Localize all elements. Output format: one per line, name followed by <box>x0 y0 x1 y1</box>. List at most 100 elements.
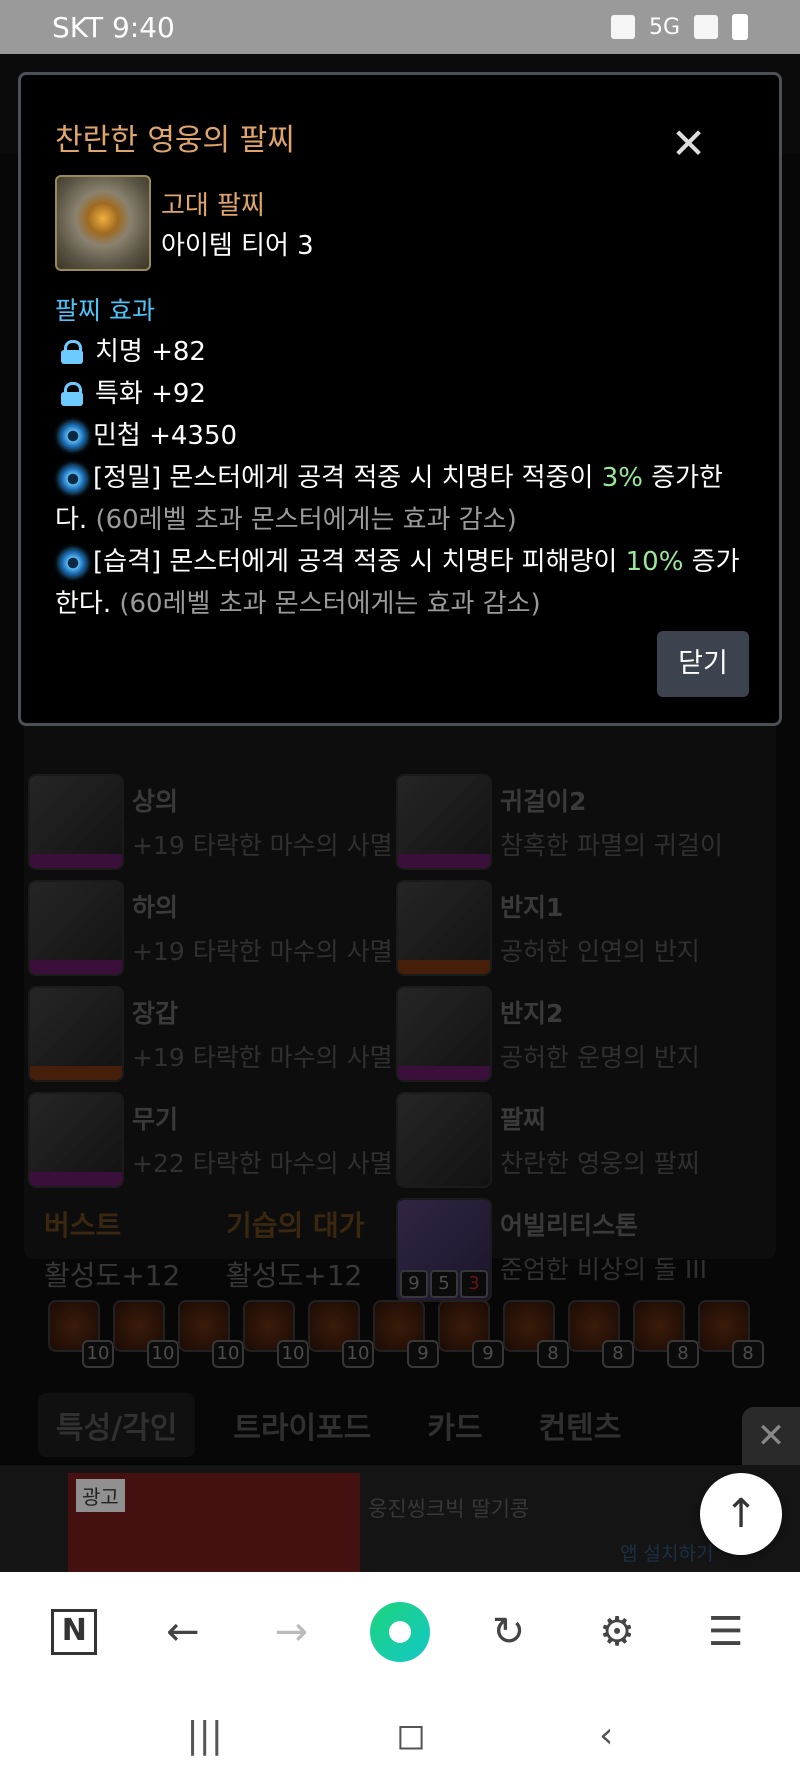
scroll-top-button[interactable]: ↑ <box>700 1473 782 1555</box>
gem[interactable]: 10 <box>48 1300 114 1368</box>
equip-sub: 찬란한 영웅의 팔찌 <box>500 1149 700 1178</box>
equip-name: 무기 <box>132 1105 179 1134</box>
close-icon: ✕ <box>756 1416 786 1456</box>
gem-list: 10 10 10 10 10 9 9 8 8 8 8 <box>44 1300 764 1370</box>
item-detail-modal: 찬란한 영웅의 팔찌 ✕ 고대 팔찌 아이템 티어 3 팔찌 효과 치명 +82… <box>18 72 782 726</box>
browser-toolbar: N ← → ↻ ⚙ ☰ <box>0 1572 800 1692</box>
effect-crit: 치명 +82 <box>55 331 755 373</box>
equip-slot-ring1[interactable]: 반지1 공허한 인연의 반지 <box>396 880 766 980</box>
gem[interactable]: 8 <box>568 1300 634 1368</box>
stone-level: 5 <box>430 1270 458 1298</box>
tab-engraving[interactable]: 특성/각인 <box>38 1393 196 1457</box>
equip-sub: 공허한 인연의 반지 <box>500 937 700 966</box>
modal-close-x-button[interactable]: ✕ <box>671 123 706 165</box>
equip-slot-bottom[interactable]: 하의 +19 타락한 마수의 사멸 <box>28 880 398 980</box>
naver-n-icon: N <box>51 1609 98 1655</box>
equip-sub: 공허한 운명의 반지 <box>500 1043 700 1072</box>
equip-slot-weapon[interactable]: 무기 +22 타락한 마수의 사멸 <box>28 1092 398 1192</box>
gem[interactable]: 8 <box>503 1300 569 1368</box>
gem[interactable]: 10 <box>243 1300 309 1368</box>
engraving-value: 활성도+12 <box>44 1259 181 1292</box>
forward-button[interactable]: → <box>261 1602 321 1662</box>
equip-name: 귀걸이2 <box>500 787 587 816</box>
equip-thumb <box>28 986 124 1082</box>
naver-home-button[interactable]: N <box>44 1602 104 1662</box>
refresh-button[interactable]: ↻ <box>479 1602 539 1662</box>
status-icons: 5G <box>610 14 748 40</box>
item-grade: 고대 팔찌 <box>161 191 265 221</box>
ad-badge: 광고 <box>76 1479 125 1512</box>
refresh-icon: ↻ <box>491 1609 526 1655</box>
arrow-right-icon: → <box>274 1609 309 1655</box>
gem[interactable]: 8 <box>633 1300 699 1368</box>
swirl-icon <box>59 422 87 450</box>
equip-slot-gloves[interactable]: 장갑 +19 타락한 마수의 사멸 <box>28 986 398 1086</box>
effect-text: [습격] 몬스터에게 공격 적중 시 치명타 피해량이 <box>93 547 626 577</box>
grade-bar <box>30 1066 122 1080</box>
close-icon: ✕ <box>671 119 707 168</box>
gem[interactable]: 10 <box>113 1300 179 1368</box>
ad-install-link[interactable]: 앱 설치하기 <box>620 1539 713 1566</box>
gem-level: 8 <box>602 1340 634 1368</box>
gem-level: 10 <box>82 1340 114 1368</box>
equip-slot-ability-stone[interactable]: 9 5 3 어빌리티스톤 준엄한 비상의 돌 III <box>396 1198 766 1304</box>
grade-bar <box>398 1066 490 1080</box>
equip-slot-earring2[interactable]: 귀걸이2 참혹한 파멸의 귀걸이 <box>396 774 766 874</box>
ad-close-button[interactable]: ✕ <box>742 1407 800 1465</box>
gem-level: 9 <box>472 1340 504 1368</box>
recent-apps-button[interactable]: ||| <box>187 1715 223 1756</box>
equip-slot-bracelet[interactable]: 팔찌 찬란한 영웅의 팔찌 <box>396 1092 766 1192</box>
ad-title[interactable]: 웅진씽크빅 딸기콩 <box>368 1493 529 1523</box>
green-dot-button[interactable] <box>369 1602 430 1662</box>
green-dot-icon <box>369 1602 430 1662</box>
tab-content[interactable]: 컨텐츠 <box>521 1393 640 1457</box>
lock-icon <box>61 382 83 406</box>
gem[interactable]: 10 <box>178 1300 244 1368</box>
equip-name: 장갑 <box>132 999 179 1028</box>
equip-sub: +22 타락한 마수의 사멸 <box>132 1149 393 1178</box>
arrow-left-icon: ← <box>166 1609 200 1655</box>
effect-text: 민첩 +4350 <box>93 421 238 451</box>
equip-thumb <box>396 986 492 1082</box>
equip-slot-ring2[interactable]: 반지2 공허한 운명의 반지 <box>396 986 766 1086</box>
effect-spec: 특화 +92 <box>55 373 755 415</box>
equip-slot-top[interactable]: 상의 +19 타락한 마수의 사멸 <box>28 774 398 874</box>
status-bar: SKT 9:40 5G <box>0 0 800 54</box>
gem-level: 10 <box>342 1340 374 1368</box>
gem-level: 9 <box>407 1340 439 1368</box>
effect-note: (60레벨 초과 몬스터에게는 효과 감소) <box>95 505 517 535</box>
tab-card[interactable]: 카드 <box>409 1393 500 1457</box>
equip-name: 팔찌 <box>500 1105 547 1134</box>
effect-list: 치명 +82 특화 +92 민첩 +4350 [정밀] 몬스터에게 공격 적중 … <box>55 331 755 625</box>
system-back-button[interactable]: ‹ <box>599 1715 613 1756</box>
effect-value: 10% <box>625 547 684 577</box>
ad-banner[interactable]: 광고 웅진씽크빅 딸기콩 앱 설치하기 <box>0 1465 800 1572</box>
lock-icon <box>61 340 83 364</box>
modal-close-button[interactable]: 닫기 <box>657 631 749 697</box>
arrow-up-icon: ↑ <box>724 1491 758 1537</box>
grade-bar <box>398 960 490 974</box>
network-label: 5G <box>648 14 680 40</box>
gem[interactable]: 10 <box>308 1300 374 1368</box>
effect-text: 치명 +82 <box>95 337 206 367</box>
gem[interactable]: 9 <box>373 1300 439 1368</box>
settings-button[interactable]: ⚙ <box>587 1602 647 1662</box>
tab-tripod[interactable]: 트라이포드 <box>215 1393 389 1457</box>
equip-sub: 참혹한 파멸의 귀걸이 <box>500 831 723 860</box>
effect-text: 특화 +92 <box>95 379 206 409</box>
equip-sub: +19 타락한 마수의 사멸 <box>132 1043 393 1072</box>
gem[interactable]: 9 <box>438 1300 504 1368</box>
equip-sub: +19 타락한 마수의 사멸 <box>132 937 393 966</box>
effect-precision: [정밀] 몬스터에게 공격 적중 시 치명타 적중이 3% 증가한다. (60레… <box>55 457 755 541</box>
back-button[interactable]: ← <box>153 1602 213 1662</box>
gem[interactable]: 8 <box>698 1300 764 1368</box>
gem-level: 8 <box>537 1340 569 1368</box>
equip-name: 상의 <box>132 787 179 816</box>
equip-name: 반지1 <box>500 893 564 922</box>
system-nav-bar: ||| ◻ ‹ <box>0 1692 800 1778</box>
engraving-value: 활성도+12 <box>226 1259 363 1292</box>
engraving-title: 기습의 대가 <box>226 1209 365 1242</box>
menu-button[interactable]: ☰ <box>696 1602 756 1662</box>
home-button[interactable]: ◻ <box>396 1715 426 1756</box>
carrier-time: SKT 9:40 <box>52 10 175 44</box>
